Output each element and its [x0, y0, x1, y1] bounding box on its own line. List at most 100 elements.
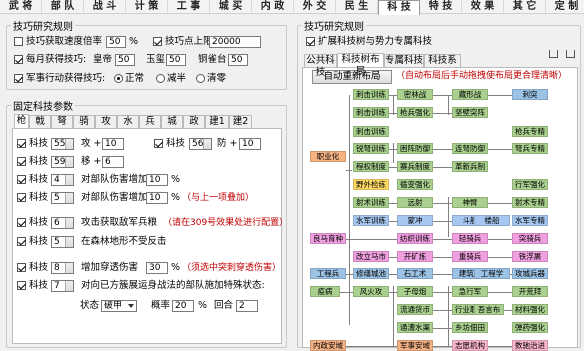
tech-effect-input[interactable]: 10 — [146, 174, 168, 186]
tech2-effect-input[interactable]: 10 — [239, 138, 261, 150]
skill-cap-input[interactable]: 20000 — [209, 36, 261, 48]
tech-effect-input[interactable]: 10 — [102, 138, 124, 150]
tech2-id-spinner[interactable]: 56 — [189, 138, 212, 150]
tech-node[interactable]: 枪兵专精 — [512, 126, 548, 137]
top-tab-10[interactable]: 特 技 — [420, 0, 462, 14]
bronze-tower-input[interactable]: 50 — [228, 54, 248, 66]
tech-node[interactable]: 乡坊佃田 — [452, 322, 488, 333]
tech-node[interactable]: 弩兵专精 — [512, 143, 548, 154]
top-tab-7[interactable]: 外 交 — [294, 0, 336, 14]
tech-effect-input[interactable]: 6 — [102, 156, 124, 168]
unit-tab-1[interactable]: 戟 — [29, 115, 51, 128]
military-skill-checkbox[interactable] — [14, 74, 23, 83]
unit-tab-4[interactable]: 攻 — [95, 115, 117, 128]
unit-tab-9[interactable]: 建1 — [205, 115, 229, 128]
tech-node[interactable]: 急行军 — [452, 286, 488, 297]
top-tab-12[interactable]: 其 它 — [504, 0, 546, 14]
tech-checkbox[interactable] — [17, 281, 26, 290]
unit-tab-2[interactable]: 弩 — [51, 115, 73, 128]
tech-node[interactable]: 连弩防御 — [452, 143, 488, 154]
export-icon[interactable] — [549, 50, 558, 58]
tech-node[interactable]: 水军专精 — [512, 215, 548, 226]
tech-node[interactable]: 远射 — [397, 197, 433, 208]
top-tab-3[interactable]: 计 策 — [126, 0, 168, 14]
probability-input[interactable]: 20 — [172, 300, 194, 312]
tech-checkbox[interactable] — [17, 193, 26, 202]
tech-node[interactable]: 轻骑兵 — [452, 233, 488, 244]
unit-tab-5[interactable]: 水 — [117, 115, 139, 128]
tech-node[interactable]: 突骑兵 — [512, 233, 548, 244]
tech-node[interactable]: 锐弩训练 — [353, 143, 389, 154]
chevron-down-icon[interactable] — [128, 304, 134, 308]
half-radio[interactable] — [156, 74, 165, 83]
monthly-skill-checkbox[interactable] — [14, 55, 23, 64]
tech-node[interactable]: 铁浮屠 — [512, 251, 548, 262]
tech-node[interactable]: 刺击训练 — [353, 89, 389, 100]
tech-node[interactable]: 材料强化 — [512, 304, 548, 315]
tech-node[interactable]: 纺织训练 — [397, 233, 433, 244]
top-tab-11[interactable]: 效 果 — [462, 0, 504, 14]
tech-node[interactable]: 内政安域 — [310, 340, 346, 351]
tech-node[interactable]: 刺击训练 — [353, 126, 389, 137]
turns-input[interactable]: 2 — [236, 300, 258, 312]
tech-node[interactable]: 工程兵 — [310, 268, 346, 279]
tech-node[interactable]: 蒙冲 — [397, 215, 433, 226]
tech-id-spinner[interactable]: 7 — [51, 280, 74, 292]
skill-cap-checkbox[interactable] — [153, 37, 162, 46]
tech-tab-0[interactable]: 公共科技 — [304, 54, 337, 78]
tech-node[interactable]: 流通货币 — [397, 304, 433, 315]
clear-radio[interactable] — [196, 74, 205, 83]
tech-checkbox[interactable] — [17, 139, 26, 148]
tech-node[interactable]: 通漕水渠 — [397, 322, 433, 333]
tech-node[interactable]: 程权制度 — [353, 161, 389, 172]
tech-node[interactable]: 石工术 — [397, 268, 433, 279]
tech-id-spinner[interactable]: 59 — [51, 156, 74, 168]
tech-effect-input[interactable]: 10 — [146, 192, 168, 204]
tech-node[interactable]: 野外检练 — [353, 179, 389, 190]
tech-id-spinner[interactable]: 55 — [51, 138, 74, 150]
tech-id-spinner[interactable]: 8 — [51, 262, 74, 274]
unit-tab-7[interactable]: 城 — [161, 115, 183, 128]
tech-node[interactable]: 困阵防御 — [397, 143, 433, 154]
unit-tab-8[interactable]: 政 — [183, 115, 205, 128]
tech-node[interactable]: 射术专精 — [512, 197, 548, 208]
tech-node[interactable]: 修缮城池 — [353, 268, 389, 279]
tech-node[interactable]: 子母炮 — [397, 286, 433, 297]
tech-node[interactable]: 职业化 — [310, 151, 346, 162]
tech-node[interactable]: 射术训练 — [353, 197, 389, 208]
normal-radio[interactable] — [114, 74, 123, 83]
tech-id-spinner[interactable]: 4 — [51, 174, 74, 186]
tech-node[interactable]: 密林战 — [397, 89, 433, 100]
tech-node[interactable]: 弹药强化 — [512, 322, 548, 333]
tech-node[interactable]: 革新兵制 — [452, 161, 488, 172]
tech-node[interactable]: 风火攻 — [353, 286, 389, 297]
tech-node[interactable]: 开荒拜 — [512, 286, 548, 297]
tech-tab-3[interactable]: 科技系 — [424, 54, 461, 67]
tech2-checkbox[interactable] — [154, 139, 163, 148]
tech-checkbox[interactable] — [17, 263, 26, 272]
tech-checkbox[interactable] — [17, 175, 26, 184]
tech-node[interactable]: 工程学 — [474, 268, 510, 279]
top-tab-4[interactable]: 工 事 — [168, 0, 210, 14]
tech-node[interactable]: 神臂 — [452, 197, 488, 208]
import-icon[interactable] — [566, 50, 575, 58]
unit-tab-6[interactable]: 兵 — [139, 115, 161, 128]
tech-node[interactable]: 吾言布 — [474, 304, 504, 315]
tech-node[interactable]: 循变强化 — [397, 179, 433, 190]
tech-checkbox[interactable] — [17, 218, 26, 227]
seal-input[interactable]: 50 — [166, 54, 186, 66]
tech-node[interactable]: 改立马市 — [353, 251, 389, 262]
top-tab-13[interactable]: 定 制 — [546, 0, 584, 14]
tech-node[interactable]: 数驰治进 — [512, 340, 548, 351]
top-tab-2[interactable]: 战 斗 — [84, 0, 126, 14]
expand-tech-checkbox[interactable] — [306, 37, 315, 46]
tech-node[interactable]: 疫病 — [310, 286, 340, 297]
top-tab-5[interactable]: 城 买 — [210, 0, 252, 14]
tech-node[interactable]: 军事安域 — [397, 340, 433, 351]
tech-node[interactable]: 开矿炼 — [397, 251, 433, 262]
tech-node[interactable]: 行军强化 — [512, 179, 548, 190]
tech-node[interactable]: 楼船 — [474, 215, 510, 226]
tech-node[interactable]: 刺突 — [512, 89, 548, 100]
tech-node[interactable]: 藏形战 — [452, 89, 488, 100]
tech-tab-2[interactable]: 专属科技 — [384, 54, 424, 67]
